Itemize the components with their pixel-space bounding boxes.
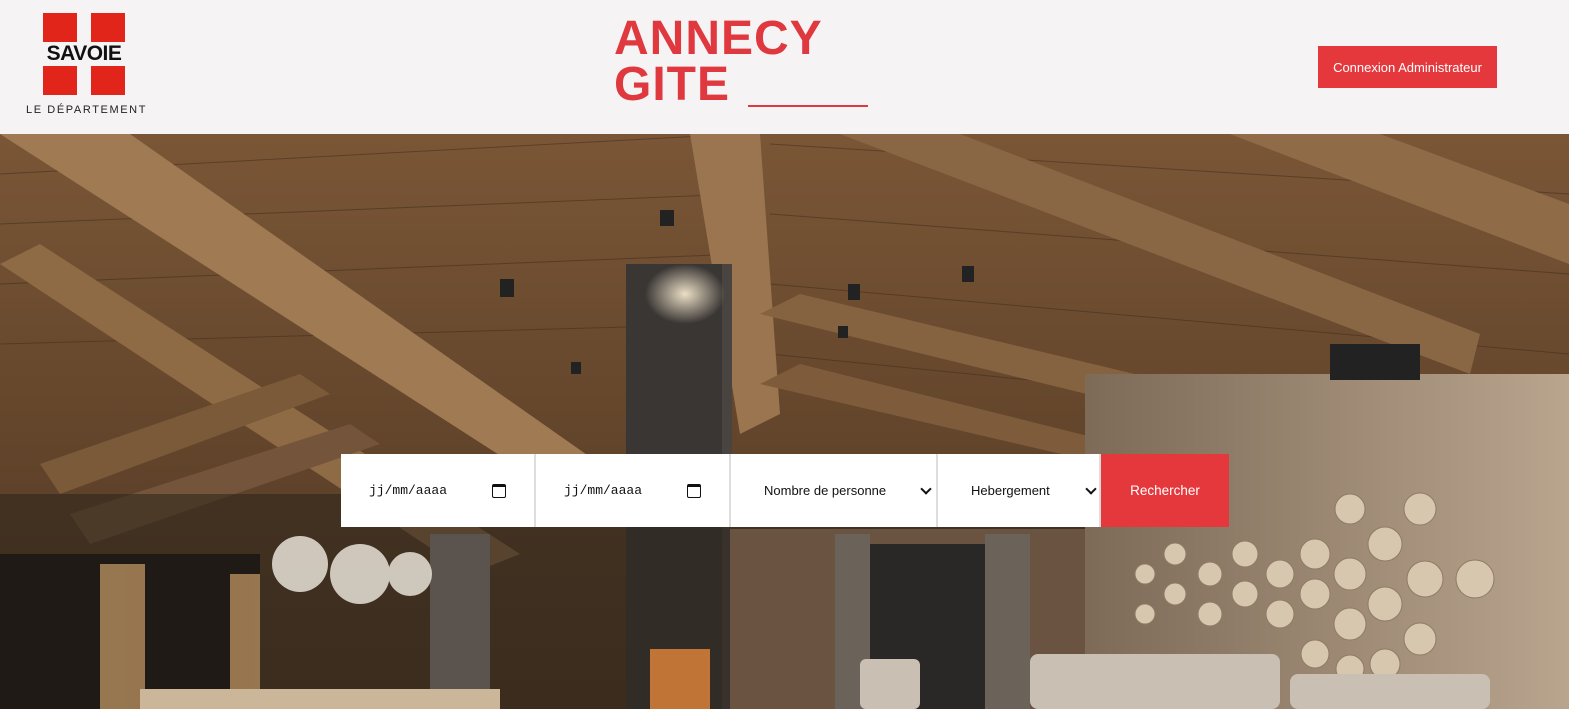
accommodation-select-value: Hebergement — [971, 483, 1050, 498]
chevron-down-icon — [920, 482, 932, 495]
chalet-interior-illustration — [0, 134, 1569, 709]
savoie-department-logo[interactable]: SAVOIE LE DÉPARTEMENT — [24, 12, 148, 120]
accommodation-select[interactable]: Hebergement — [938, 454, 1101, 527]
arrival-date-input[interactable]: jj/mm/aaaa — [341, 454, 536, 527]
site-header: SAVOIE LE DÉPARTEMENT ANNECY GITE Connex… — [0, 0, 1569, 134]
departure-date-input[interactable]: jj/mm/aaaa — [536, 454, 731, 527]
persons-select-value: Nombre de personne — [764, 483, 887, 498]
admin-login-button[interactable]: Connexion Administrateur — [1318, 46, 1497, 88]
savoie-logo-subtitle: LE DÉPARTEMENT — [26, 104, 148, 116]
calendar-icon[interactable] — [492, 483, 506, 498]
savoie-logo-word: SAVOIE — [46, 42, 122, 65]
arrival-date-placeholder: jj/mm/aaaa — [369, 483, 448, 498]
departure-date-placeholder: jj/mm/aaaa — [564, 483, 643, 498]
calendar-icon[interactable] — [687, 483, 701, 498]
chevron-down-icon — [1085, 482, 1097, 495]
annecy-logo-line2: GITE — [614, 58, 731, 111]
search-bar: jj/mm/aaaa jj/mm/aaaa Nombre de personne… — [341, 454, 1229, 527]
annecy-logo-underline — [748, 105, 868, 107]
annecy-gite-logo[interactable]: ANNECY GITE — [612, 14, 874, 112]
annecy-logo-line1: ANNECY — [614, 12, 823, 65]
search-button[interactable]: Rechercher — [1101, 454, 1229, 527]
persons-select[interactable]: Nombre de personne — [731, 454, 938, 527]
hero-chalet-image: jj/mm/aaaa jj/mm/aaaa Nombre de personne… — [0, 134, 1569, 709]
